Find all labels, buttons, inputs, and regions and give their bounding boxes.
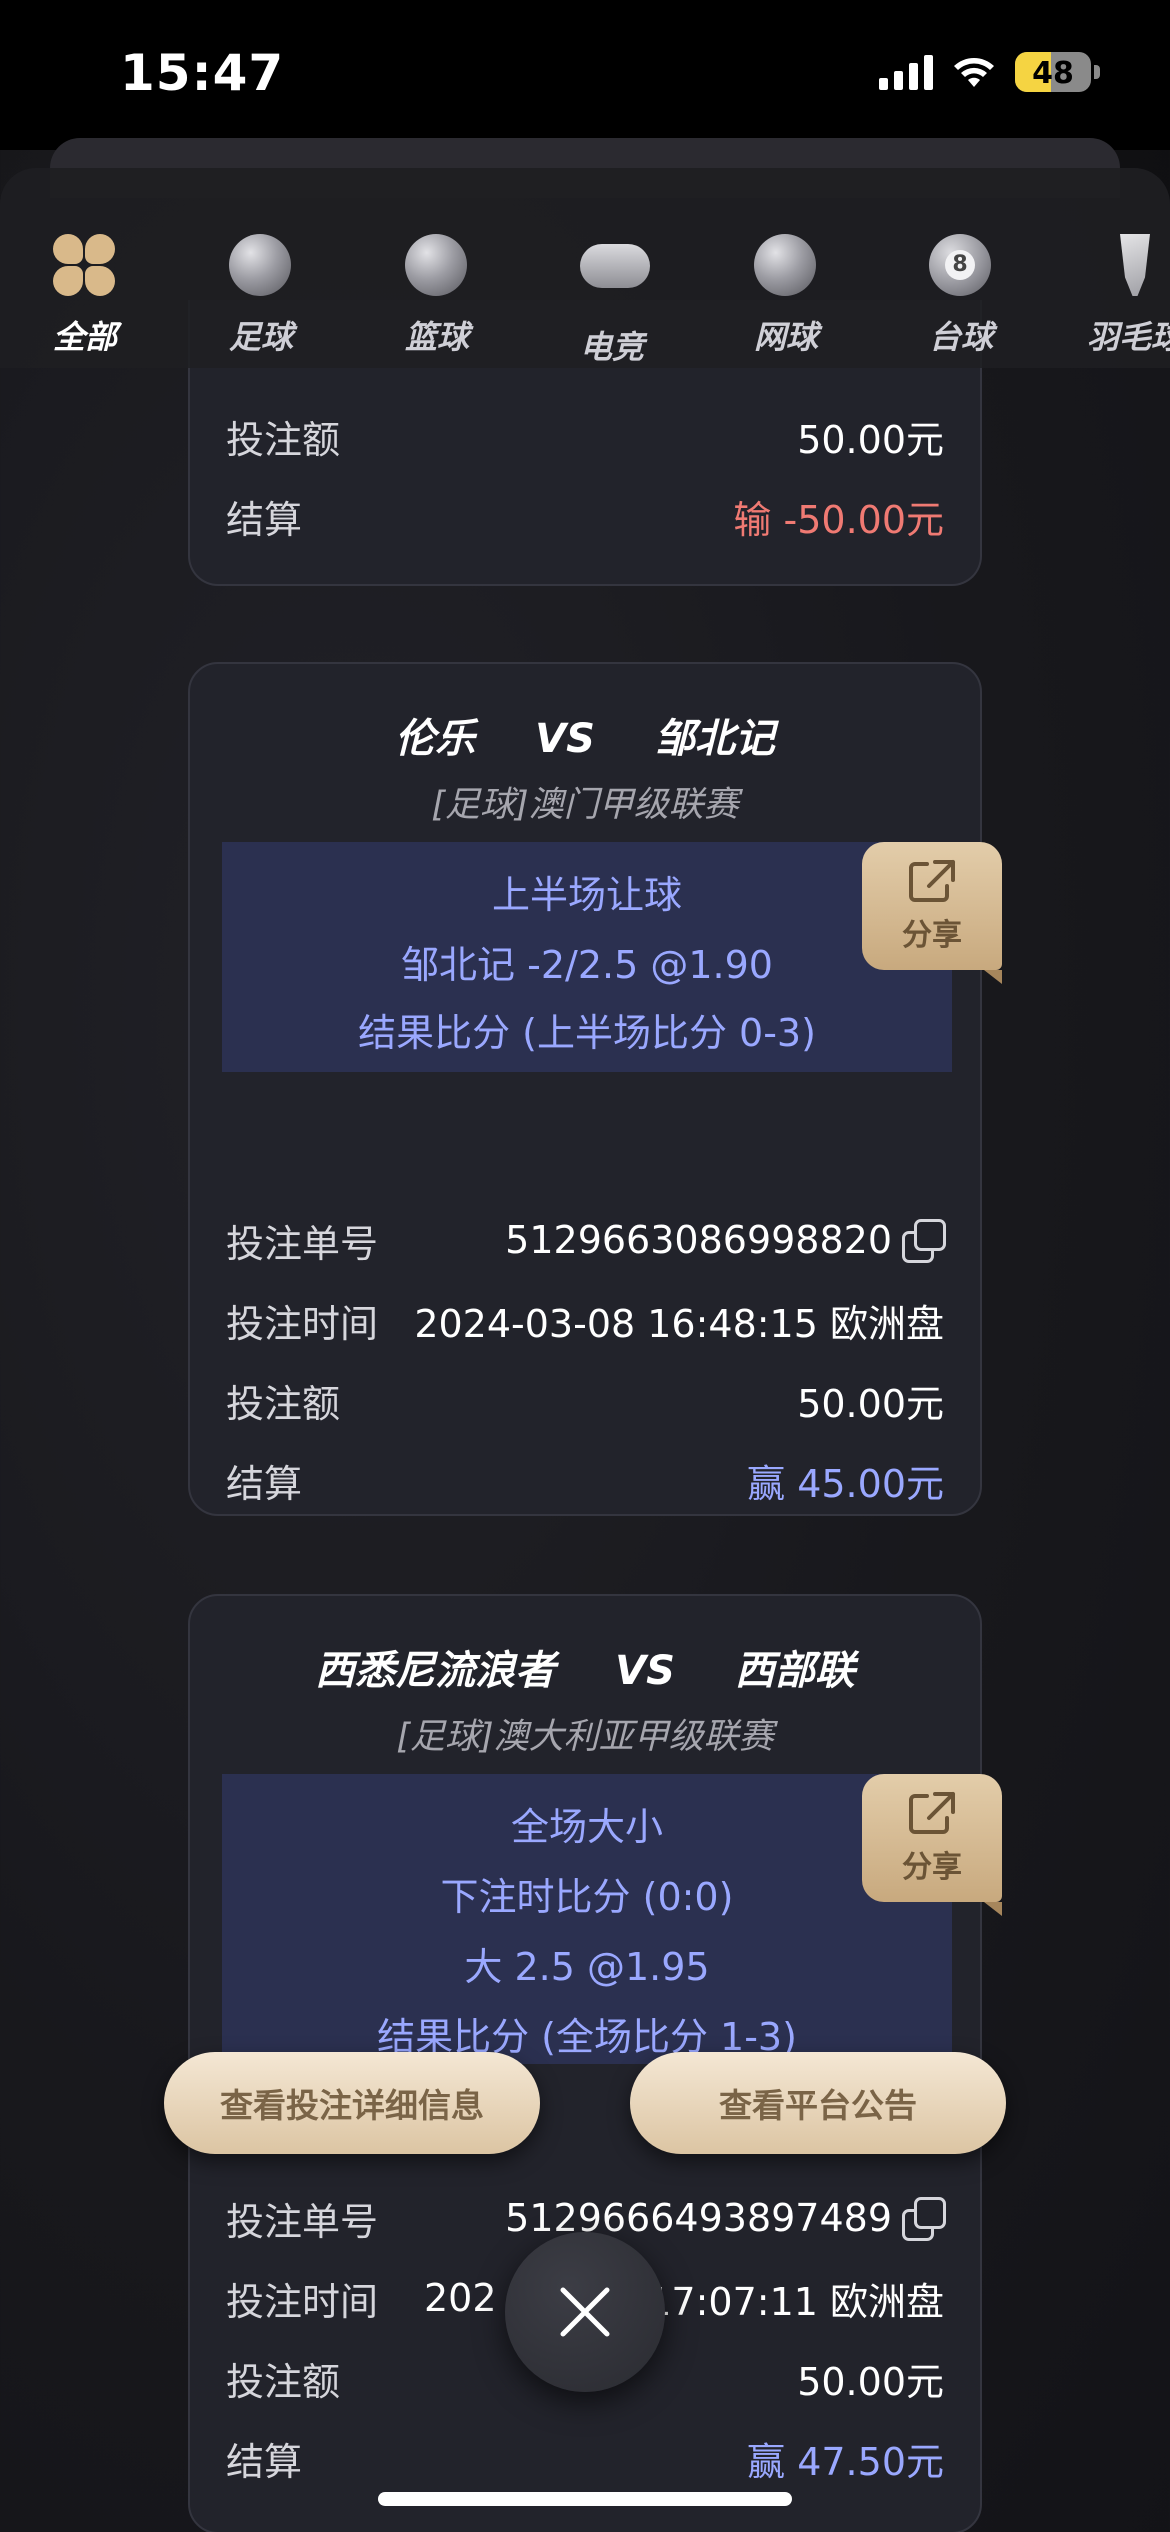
settle-value: 输 -50.00元 — [733, 497, 944, 542]
away-team: 西部联 — [734, 1648, 855, 1694]
cellular-signal-icon — [879, 54, 933, 90]
home-team: 西悉尼流浪者 — [315, 1648, 556, 1694]
settle-value: 赢 45.00元 — [747, 1461, 944, 1506]
bet-line: 上半场让球 — [491, 873, 682, 917]
tab-label: 篮球 — [404, 318, 469, 356]
status-bar: 15:47 48 — [0, 0, 1170, 150]
settle-label: 结算 — [226, 497, 303, 542]
amount-value: 50.00元 — [797, 417, 944, 462]
order-number: 5129666493897489 — [505, 2196, 892, 2240]
billiards-icon: 8 — [929, 234, 991, 296]
share-icon — [907, 1790, 957, 1836]
basketball-icon — [405, 234, 467, 296]
match-title: 西悉尼流浪者 VS 西部联 — [190, 1638, 980, 1696]
time-row: 投注时间 2024-03-08 16:48:15 欧洲盘 — [226, 1290, 944, 1350]
share-button[interactable]: 分享 — [862, 842, 1002, 984]
vs-label: VS — [615, 1648, 675, 1694]
copy-icon[interactable] — [902, 1219, 946, 1263]
status-time: 15:47 — [120, 44, 285, 102]
tennis-icon — [754, 234, 816, 296]
bet-line: 全场大小 — [510, 1805, 663, 1849]
time-value-end: 17:07:11 欧洲盘 — [647, 2279, 944, 2324]
bet-line: 结果比分 (上半场比分 0-3) — [358, 1011, 816, 1055]
clover-icon — [53, 234, 115, 296]
tab-football[interactable]: 足球 — [186, 234, 336, 358]
bet-line: 邹北记 -2/2.5 @1.90 — [401, 943, 773, 987]
share-label: 分享 — [902, 918, 962, 953]
tab-billiards[interactable]: 8 台球 — [886, 234, 1036, 358]
order-label: 投注单号 — [226, 2199, 379, 2244]
share-button[interactable]: 分享 — [862, 1774, 1002, 1916]
away-team: 邹北记 — [654, 716, 775, 762]
settle-row: 结算 赢 45.00元 — [226, 1450, 944, 1510]
order-row: 投注单号 5129663086998820 — [226, 1210, 946, 1270]
view-platform-notice-button[interactable]: 查看平台公告 — [630, 2052, 1006, 2154]
league-name: [足球]澳大利亚甲级联赛 — [396, 1717, 774, 1757]
amount-value: 50.00元 — [797, 1381, 944, 1426]
league-name: [足球]澳门甲级联赛 — [431, 785, 739, 825]
settle-value: 赢 47.50元 — [747, 2439, 944, 2484]
time-label: 投注时间 — [226, 1301, 379, 1346]
tab-label: 网球 — [753, 318, 818, 356]
tab-label: 电竞 — [579, 328, 644, 366]
order-number: 5129663086998820 — [505, 1218, 892, 1262]
copy-icon[interactable] — [902, 2197, 946, 2241]
amount-row: 投注额 50.00元 — [226, 1370, 944, 1430]
tab-label: 全部 — [52, 318, 117, 356]
home-team: 伦乐 — [395, 716, 476, 762]
amount-label: 投注额 — [226, 2359, 341, 2404]
tab-basketball[interactable]: 篮球 — [362, 234, 512, 358]
home-indicator — [378, 2492, 792, 2506]
settle-label: 结算 — [226, 1461, 303, 1506]
close-button[interactable] — [505, 2232, 665, 2392]
football-icon — [229, 234, 291, 296]
status-icons: 48 — [879, 52, 1100, 92]
match-title: 伦乐 VS 邹北记 — [190, 706, 980, 764]
settle-label: 结算 — [226, 2439, 303, 2484]
amount-row: 投注额 50.00元 — [226, 406, 944, 466]
tab-esports[interactable]: 电竞 — [537, 234, 687, 368]
settle-row: 结算 输 -50.00元 — [226, 486, 944, 546]
tab-label: 羽毛球 — [1086, 318, 1170, 356]
tab-label: 台球 — [928, 318, 993, 356]
close-icon — [560, 2287, 610, 2337]
amount-value: 50.00元 — [797, 2359, 944, 2404]
time-value: 2024-03-08 16:48:15 欧洲盘 — [414, 1301, 944, 1346]
amount-label: 投注额 — [226, 1381, 341, 1426]
bet-card: 伦乐 VS 邹北记 [足球]澳门甲级联赛 上半场让球 邹北记 -2/2.5 @1.9… — [188, 662, 982, 1516]
gamepad-icon — [580, 244, 650, 288]
battery-icon: 48 — [1015, 52, 1100, 92]
bet-line: 大 2.5 @1.95 — [464, 1945, 710, 1989]
bet-detail-box: 全场大小 下注时比分 (0:0) 大 2.5 @1.95 结果比分 (全场比分 … — [222, 1774, 952, 2064]
settle-row: 结算 赢 47.50元 — [226, 2428, 944, 2488]
amount-label: 投注额 — [226, 417, 341, 462]
badminton-icon — [1120, 234, 1150, 296]
view-bet-details-button[interactable]: 查看投注详细信息 — [164, 2052, 540, 2154]
time-value-start: 202 — [424, 2276, 497, 2320]
order-label: 投注单号 — [226, 1221, 379, 1266]
wifi-icon — [954, 58, 994, 87]
sport-tabs: 全部 足球 篮球 电竞 网球 8 台球 羽毛球 — [0, 168, 1170, 368]
vs-label: VS — [535, 716, 595, 762]
share-icon — [907, 858, 957, 904]
share-label: 分享 — [902, 1850, 962, 1885]
bet-line: 下注时比分 (0:0) — [440, 1875, 734, 1919]
tab-tennis[interactable]: 网球 — [711, 234, 861, 358]
bet-detail-box: 上半场让球 邹北记 -2/2.5 @1.90 结果比分 (上半场比分 0-3) — [222, 842, 952, 1072]
tab-all[interactable]: 全部 — [10, 234, 160, 358]
battery-percent: 48 — [1032, 56, 1074, 91]
time-label: 投注时间 — [226, 2279, 379, 2324]
tab-badminton[interactable]: 羽毛球 — [1060, 234, 1170, 358]
tab-label: 足球 — [228, 318, 293, 356]
